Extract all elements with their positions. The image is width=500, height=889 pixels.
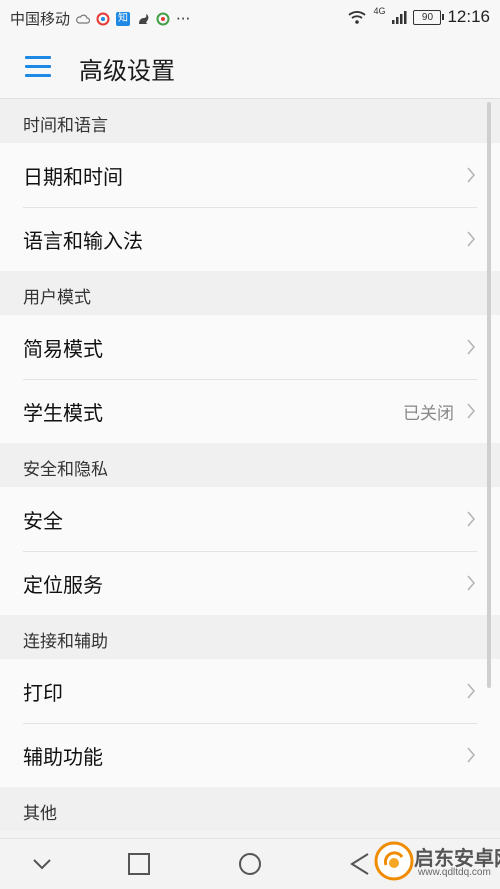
watermark-logo-icon (374, 841, 414, 881)
battery-icon: 90 (413, 9, 445, 25)
row-label: 安全 (23, 508, 63, 533)
chevron-right-icon (467, 403, 476, 419)
row-language-input[interactable]: 语言和输入法 (0, 207, 500, 271)
group-time-language: 日期和时间 语言和输入法 (0, 143, 500, 271)
row-label: 日期和时间 (23, 164, 123, 189)
cloud-icon (76, 14, 91, 24)
status-right: 4G 90 12:16 (347, 6, 490, 27)
chevron-right-icon (467, 167, 476, 183)
group-user-mode: 简易模式 学生模式 已关闭 (0, 315, 500, 443)
chevron-down-icon[interactable] (28, 851, 56, 877)
row-printing[interactable]: 打印 (0, 659, 500, 723)
squirrel-icon (139, 13, 149, 24)
section-header-user-mode: 用户模式 (0, 271, 500, 315)
chevron-right-icon (467, 683, 476, 699)
watermark: 启东安卓网 www.qdltdq.com (374, 839, 500, 885)
zhihu-icon: 知 (116, 11, 131, 26)
row-label: 辅助功能 (23, 744, 103, 769)
app-notification-icon (96, 12, 110, 25)
chevron-right-icon (467, 511, 476, 527)
row-location-services[interactable]: 定位服务 (0, 551, 500, 615)
section-header-connection-accessibility: 连接和辅助 (0, 615, 500, 659)
status-bar: 中国移动 知 ··· 4G 90 12:16 (0, 0, 500, 36)
home-icon[interactable] (236, 851, 264, 877)
page-title: 高级设置 (79, 57, 175, 85)
menu-icon[interactable] (25, 56, 51, 78)
back-icon[interactable] (346, 851, 374, 877)
chevron-right-icon (467, 747, 476, 763)
app-header: 高级设置 (0, 36, 500, 99)
carrier-label: 中国移动 (10, 10, 71, 28)
row-label: 学生模式 (23, 400, 103, 425)
section-header-time-language: 时间和语言 (0, 99, 500, 143)
settings-list[interactable]: 时间和语言 日期和时间 语言和输入法 用户模式 简易模式 学生模式 已关闭 安全… (0, 99, 500, 839)
student-mode-status: 已关闭 (403, 403, 454, 424)
scrollbar[interactable] (487, 102, 491, 688)
more-notifications: ··· (176, 9, 191, 28)
row-simple-mode[interactable]: 简易模式 (0, 315, 500, 379)
group-security-privacy: 安全 定位服务 (0, 487, 500, 615)
section-header-other: 其他 (0, 787, 500, 831)
wifi-icon (348, 11, 367, 24)
status-left: 中国移动 知 ··· (10, 8, 190, 29)
group-connection-accessibility: 打印 辅助功能 (0, 659, 500, 787)
row-label: 语言和输入法 (23, 228, 143, 253)
row-label: 打印 (23, 680, 63, 705)
section-header-security-privacy: 安全和隐私 (0, 443, 500, 487)
row-accessibility[interactable]: 辅助功能 (0, 723, 500, 787)
recent-apps-icon[interactable] (125, 851, 153, 877)
watermark-url: www.qdltdq.com (418, 867, 491, 878)
network-type: 4G (373, 6, 386, 16)
row-label: 定位服务 (23, 572, 103, 597)
row-security[interactable]: 安全 (0, 487, 500, 551)
signal-icon (392, 11, 407, 24)
chevron-right-icon (467, 339, 476, 355)
row-student-mode[interactable]: 学生模式 已关闭 (0, 379, 500, 443)
chevron-right-icon (467, 231, 476, 247)
row-label: 简易模式 (23, 336, 103, 361)
row-date-time[interactable]: 日期和时间 (0, 143, 500, 207)
chevron-right-icon (467, 575, 476, 591)
clock: 12:16 (447, 7, 490, 26)
app-notification-icon-2 (156, 12, 170, 25)
